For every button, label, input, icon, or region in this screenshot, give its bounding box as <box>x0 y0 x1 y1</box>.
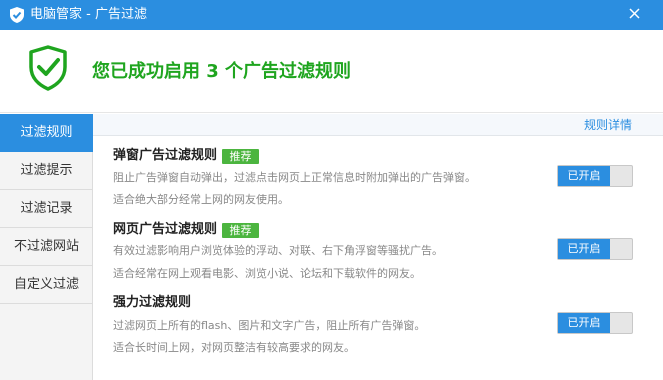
rules-panel: 规则详情 弹窗广告过滤规则 推荐 阻止广告弹窗自动弹出，过滤点击网页上正常信息时… <box>93 114 663 380</box>
sidebar-item-filter-tips[interactable]: 过滤提示 <box>0 152 93 190</box>
rule-description: 阻止广告弹窗自动弹出，过滤点击网页上正常信息时附加弹出的广告弹窗。 <box>113 171 476 184</box>
rule-details-link[interactable]: 规则详情 <box>584 118 632 132</box>
sidebar-item-filter-rules[interactable]: 过滤规则 <box>0 114 93 152</box>
rule-description: 过滤网页上所有的flash、图片和文字广告，阻止所有广告弹窗。 <box>113 319 426 332</box>
shield-check-icon <box>29 45 67 91</box>
sidebar: 过滤规则 过滤提示 过滤记录 不过滤网站 自定义过滤 <box>0 114 93 380</box>
toggle-on-label: 已开启 <box>558 239 610 259</box>
rule-audience: 适合绝大部分经常上网的网友使用。 <box>113 193 289 206</box>
recommended-badge: 推荐 <box>222 149 259 164</box>
window-title: 电脑管家 - 广告过滤 <box>30 7 147 22</box>
status-banner: 您已成功启用 3 个广告过滤规则 <box>0 30 663 113</box>
shield-logo-icon <box>10 7 24 23</box>
rule-title: 网页广告过滤规则 <box>113 222 218 237</box>
rule-toggle[interactable]: 已开启 <box>557 312 633 334</box>
rule-description: 有效过滤影响用户浏览体验的浮动、对联、右下角浮窗等骚扰广告。 <box>113 244 443 257</box>
rule-title: 强力过滤规则 <box>113 295 192 310</box>
status-headline: 您已成功启用 3 个广告过滤规则 <box>92 61 352 82</box>
sidebar-item-custom-filter[interactable]: 自定义过滤 <box>0 266 93 304</box>
sidebar-item-whitelist[interactable]: 不过滤网站 <box>0 228 93 266</box>
close-icon[interactable] <box>606 0 663 30</box>
panel-toolbar: 规则详情 <box>93 114 663 136</box>
recommended-badge: 推荐 <box>222 223 259 238</box>
rule-audience: 适合经常在网上观看电影、浏览小说、论坛和下载软件的网友。 <box>113 267 421 280</box>
toggle-on-label: 已开启 <box>558 166 610 186</box>
rule-title: 弹窗广告过滤规则 <box>113 148 218 163</box>
toggle-on-label: 已开启 <box>558 313 610 333</box>
title-bar: 电脑管家 - 广告过滤 <box>0 0 663 30</box>
sidebar-item-filter-log[interactable]: 过滤记录 <box>0 190 93 228</box>
rule-toggle[interactable]: 已开启 <box>557 238 633 260</box>
rule-audience: 适合长时间上网，对网页整洁有较高要求的网友。 <box>113 341 355 354</box>
rule-toggle[interactable]: 已开启 <box>557 165 633 187</box>
